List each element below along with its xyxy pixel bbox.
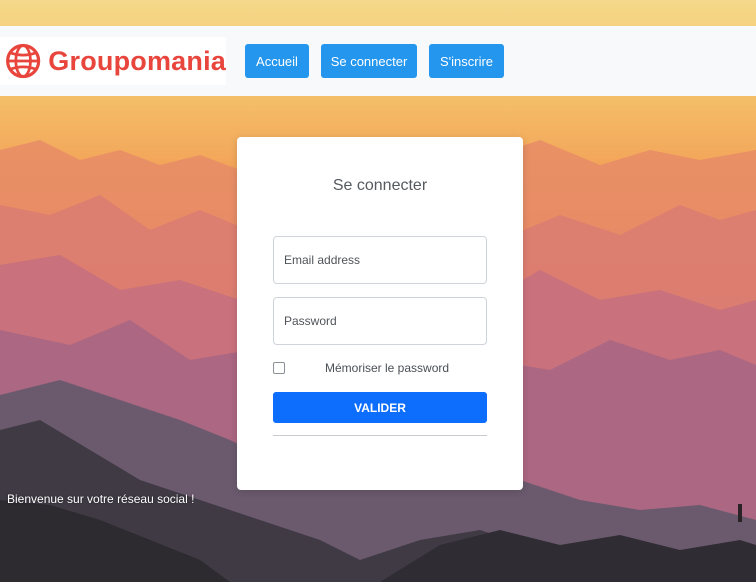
- home-button[interactable]: Accueil: [245, 44, 309, 78]
- remember-checkbox[interactable]: [273, 362, 285, 374]
- login-card: Se connecter Mémoriser le password VALID…: [237, 137, 523, 490]
- remember-row: Mémoriser le password: [273, 361, 487, 377]
- remember-label: Mémoriser le password: [325, 361, 450, 375]
- brand-name: Groupomania: [48, 45, 226, 76]
- submit-button[interactable]: VALIDER: [273, 392, 487, 423]
- login-title: Se connecter: [332, 177, 428, 194]
- email-field[interactable]: [273, 236, 487, 284]
- divider: [273, 435, 487, 436]
- welcome-text: Bienvenue sur votre réseau social !: [7, 492, 195, 506]
- login-nav-button[interactable]: Se connecter: [321, 44, 417, 78]
- password-field[interactable]: [273, 297, 487, 345]
- brand-logo-link[interactable]: Groupomania: [0, 37, 226, 85]
- navbar: Groupomania Accueil Se connecter S'inscr…: [0, 26, 756, 96]
- signup-nav-button[interactable]: S'inscrire: [429, 44, 504, 78]
- globe-icon: [6, 43, 41, 79]
